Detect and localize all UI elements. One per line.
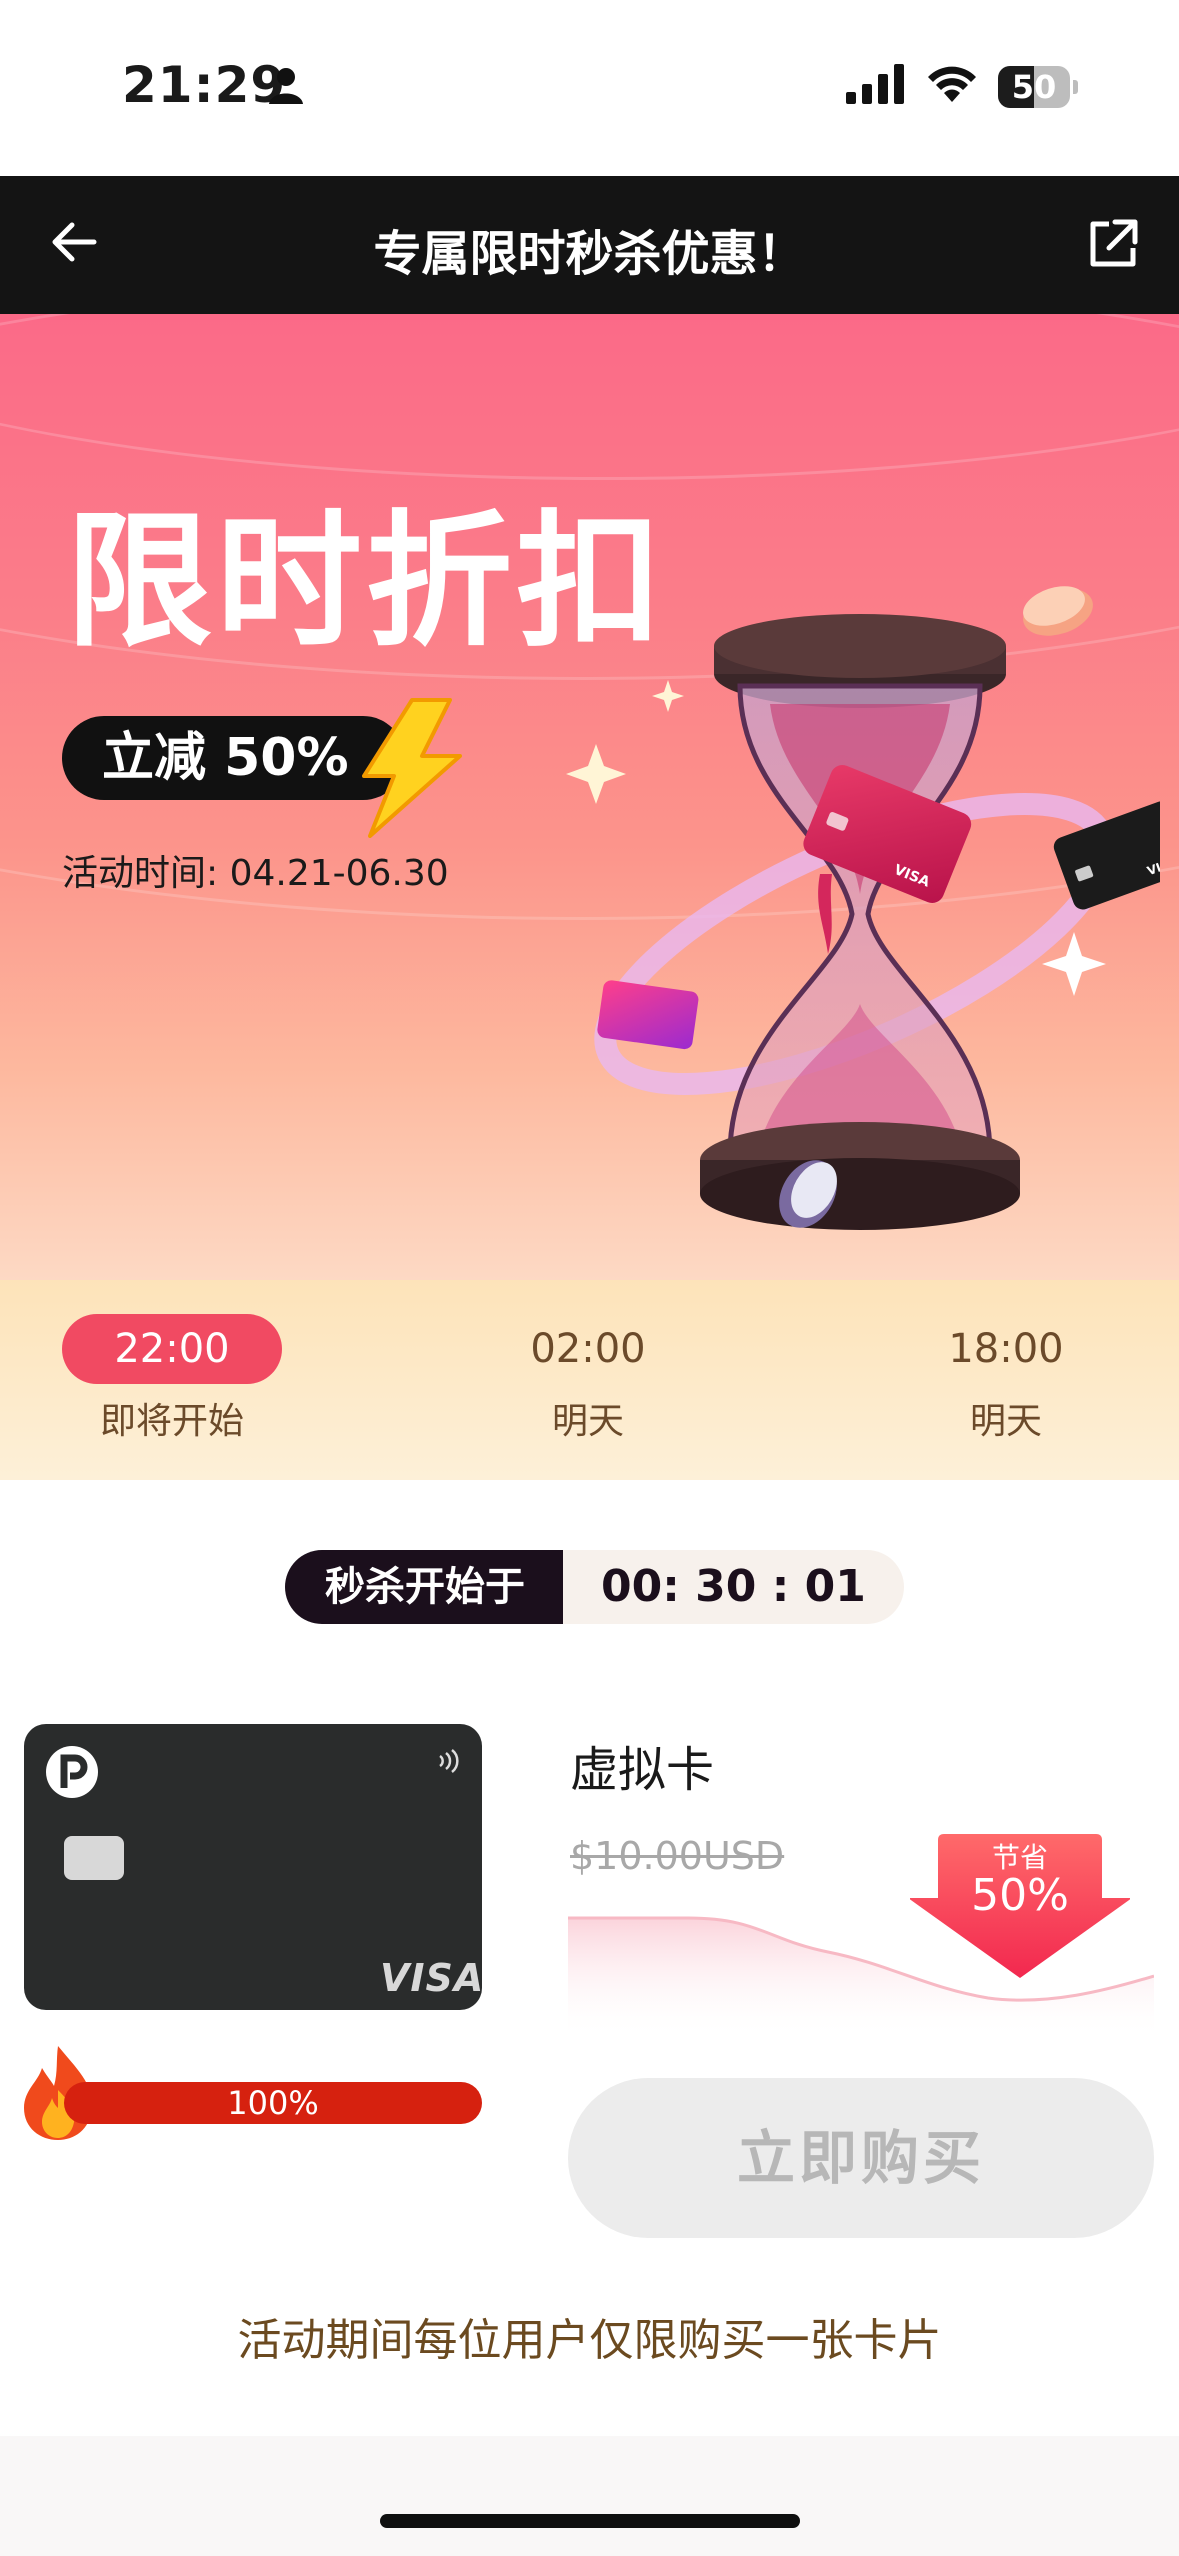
- lightning-icon: [350, 698, 470, 842]
- save-badge: 节省 50%: [910, 1830, 1130, 1980]
- buy-now-button[interactable]: 立即购买: [568, 2078, 1154, 2238]
- brand-logo-icon: [44, 1744, 100, 1804]
- product-name: 虚拟卡: [570, 1742, 715, 1798]
- stock-progress-bar: 100%: [64, 2082, 482, 2124]
- session-tab-3[interactable]: 18:00 明天: [896, 1314, 1116, 1444]
- session-time: 22:00: [62, 1314, 282, 1384]
- contactless-icon: [436, 1748, 460, 1778]
- countdown-label: 秒杀开始于: [285, 1550, 563, 1624]
- session-status: 即将开始: [99, 1401, 244, 1442]
- home-indicator[interactable]: [380, 2514, 800, 2528]
- battery-indicator: 50: [998, 66, 1078, 108]
- page-title: 专属限时秒杀优惠！: [373, 226, 806, 282]
- purchase-limit-notice: 活动期间每位用户仅限购买一张卡片: [237, 2315, 942, 2366]
- session-status: 明天: [551, 1401, 624, 1442]
- save-value: 50%: [971, 1870, 1069, 1921]
- session-status: 明天: [969, 1401, 1042, 1442]
- countdown-timer: 秒杀开始于 00: 30 : 01: [285, 1550, 904, 1624]
- stock-progress-label: 100%: [227, 2084, 319, 2122]
- hourglass-illustration: VISA VISA: [560, 554, 1179, 1278]
- share-icon[interactable]: [1085, 216, 1141, 276]
- person-icon: [268, 66, 304, 110]
- status-bar: 21:29 50: [0, 0, 1179, 176]
- cellular-signal-icon: [846, 64, 906, 108]
- session-time: 18:00: [948, 1326, 1064, 1372]
- original-price: $10.00USD: [570, 1834, 785, 1878]
- bottom-area: [0, 2436, 1179, 2556]
- promo-banner: 限时折扣 立减 50% 活动时间: 04.21-06.30 VISA VISA: [0, 314, 1179, 1280]
- session-time: 02:00: [530, 1326, 646, 1372]
- card-chip-icon: [64, 1836, 124, 1880]
- event-period: 活动时间: 04.21-06.30: [62, 853, 449, 894]
- session-tabs: 22:00 即将开始 02:00 明天 18:00 明天: [0, 1280, 1179, 1480]
- wifi-icon: [925, 62, 979, 108]
- session-tab-1[interactable]: 22:00 即将开始: [62, 1314, 282, 1444]
- countdown-value: 00: 30 : 01: [563, 1550, 904, 1624]
- status-time: 21:29: [122, 56, 287, 114]
- session-tab-2[interactable]: 02:00 明天: [478, 1314, 698, 1444]
- battery-level: 50: [1011, 68, 1057, 106]
- card-brand: VISA: [380, 1956, 485, 2000]
- nav-bar: 专属限时秒杀优惠！: [0, 176, 1179, 314]
- virtual-card-image: VISA: [24, 1724, 485, 2010]
